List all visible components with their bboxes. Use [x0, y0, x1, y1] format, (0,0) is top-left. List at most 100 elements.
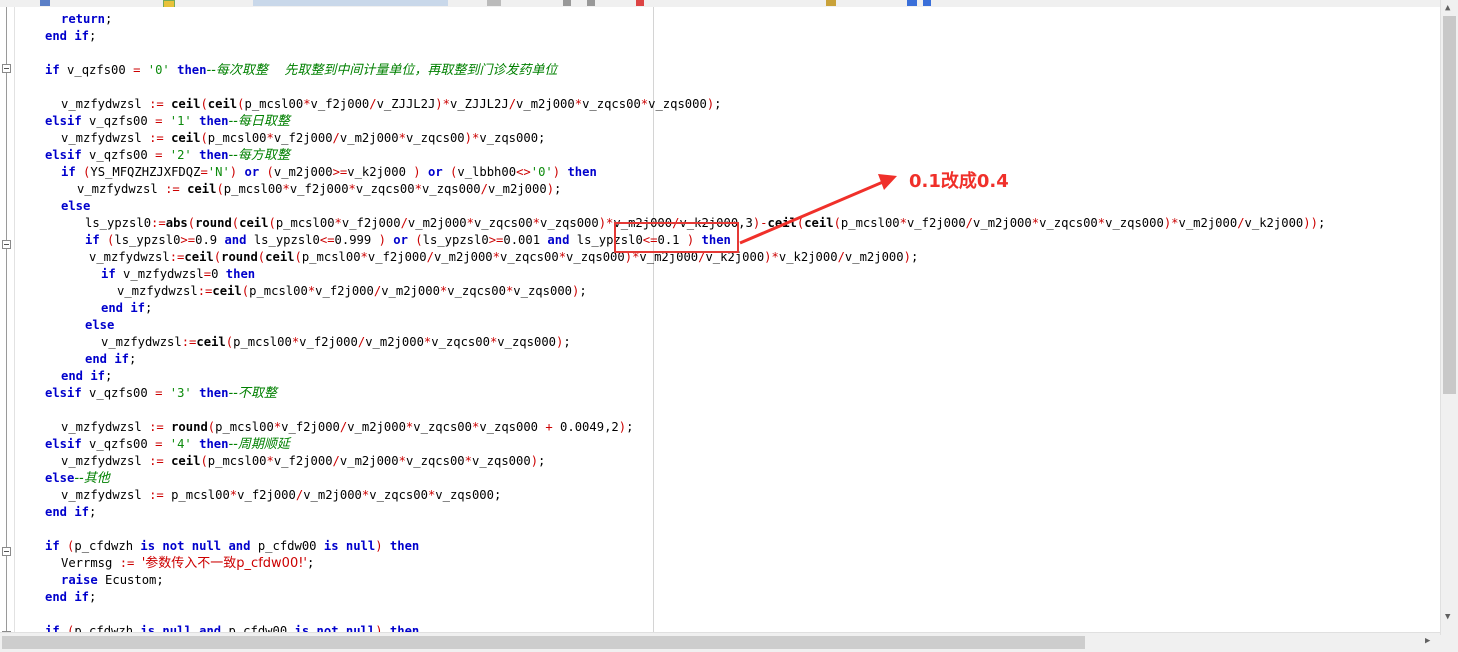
- code-token: then: [199, 386, 229, 400]
- redo-icon[interactable]: [587, 0, 595, 6]
- code-token: p_cfdw00: [250, 539, 324, 553]
- code-line[interactable]: v_mzfydwzsl:=ceil(round(ceil(p_mcsl00*v_…: [89, 249, 918, 266]
- code-token: ): [413, 165, 421, 179]
- code-line[interactable]: if v_qzfs00 = '0' then--每次取整 先取整到中间计量单位，…: [45, 62, 557, 79]
- code-token: --每日取整: [228, 114, 290, 129]
- code-line[interactable]: v_mzfydwzsl := round(p_mcsl00*v_f2j000/v…: [61, 419, 633, 436]
- code-token: *: [558, 250, 567, 264]
- code-line[interactable]: elsif v_qzfs00 = '3' then--不取整: [45, 385, 277, 402]
- code-token: *: [532, 216, 541, 230]
- code-token: ): [378, 233, 386, 247]
- code-line[interactable]: elsif v_qzfs00 = '1' then--每日取整: [45, 113, 290, 130]
- code-token: v_qzfs00: [81, 437, 156, 451]
- code-token: v_qzfs00: [59, 63, 134, 77]
- code-token: *: [464, 454, 472, 468]
- code-token: --每次取整 先取整到中间计量单位，再取整到门诊发药单位: [206, 63, 558, 78]
- code-editor[interactable]: return; end if; if v_qzfs00 = '0' then--每次…: [0, 7, 1440, 632]
- code-token: *: [398, 131, 406, 145]
- code-token: ): [552, 165, 561, 179]
- code-token: v_f2j000: [273, 454, 333, 468]
- sql-icon[interactable]: [487, 0, 501, 6]
- code-line[interactable]: end if;: [45, 28, 96, 45]
- help-icon[interactable]: [923, 0, 931, 6]
- code-line[interactable]: Verrmsg := '参数传入不一致p_cfdw00!';: [61, 555, 314, 572]
- code-token: :=: [149, 454, 164, 468]
- code-token: *: [360, 250, 368, 264]
- horizontal-scroll-thumb[interactable]: [2, 636, 1085, 649]
- code-token: ceil: [171, 131, 201, 145]
- code-line[interactable]: end if;: [101, 300, 152, 317]
- code-line[interactable]: else--其他: [45, 470, 110, 487]
- code-line[interactable]: end if;: [45, 504, 96, 521]
- format-icon[interactable]: [636, 0, 644, 6]
- scroll-down-icon[interactable]: ▼: [1445, 613, 1450, 622]
- vertical-scroll-thumb[interactable]: [1443, 16, 1456, 394]
- code-token: /: [965, 216, 974, 230]
- code-token: v_zqs000: [648, 97, 707, 111]
- settings-icon[interactable]: [40, 0, 50, 6]
- code-line[interactable]: v_mzfydwzsl := p_mcsl00*v_f2j000/v_m2j00…: [61, 487, 501, 504]
- vertical-scrollbar[interactable]: ▲ ▼: [1440, 0, 1458, 635]
- code-token: is not null: [294, 624, 376, 632]
- code-token: v_m2j000: [973, 216, 1032, 230]
- code-token: =: [203, 267, 212, 281]
- code-line[interactable]: if (YS_MFQZHZJXFDQZ='N') or (v_m2j000>=v…: [61, 164, 597, 181]
- scroll-up-icon[interactable]: ▲: [1445, 4, 1450, 13]
- code-line[interactable]: end if;: [45, 589, 96, 606]
- undo-icon[interactable]: [563, 0, 571, 6]
- code-token: v_f2j000: [281, 420, 340, 434]
- code-token: (: [294, 250, 302, 264]
- code-token: v_m2j000: [844, 250, 904, 264]
- code-token: return: [61, 12, 106, 26]
- code-token: /: [332, 454, 340, 468]
- search-icon[interactable]: [907, 0, 917, 6]
- code-token: ;: [626, 420, 634, 434]
- code-token: v_mzfydwzsl: [101, 335, 182, 349]
- code-token: ceil: [187, 182, 217, 196]
- code-line[interactable]: else: [85, 317, 114, 334]
- code-token: +: [545, 420, 553, 434]
- code-token: v_f2j000: [315, 284, 374, 298]
- code-line[interactable]: raise Ecustom;: [61, 572, 164, 589]
- code-line[interactable]: v_mzfydwzsl := ceil(p_mcsl00*v_f2j000/v_…: [61, 130, 545, 147]
- code-line[interactable]: if (p_cfdwzh is null and p_cfdw00 is not…: [45, 623, 419, 632]
- tab-bar[interactable]: [253, 0, 448, 6]
- code-line[interactable]: v_mzfydwzsl:=ceil(p_mcsl00*v_f2j000/v_m2…: [101, 334, 571, 351]
- code-line[interactable]: if v_mzfydwzsl=0 then: [101, 266, 255, 283]
- code-token: *: [492, 250, 500, 264]
- code-line[interactable]: v_mzfydwzsl := ceil(ceil(p_mcsl00*v_f2j0…: [61, 96, 722, 113]
- code-token: p_mcsl00: [840, 216, 900, 230]
- code-line[interactable]: v_mzfydwzsl:=ceil(p_mcsl00*v_f2j000/v_m2…: [117, 283, 587, 300]
- compile-icon[interactable]: [826, 0, 836, 6]
- code-line[interactable]: end if;: [61, 368, 112, 385]
- code-line[interactable]: end if;: [85, 351, 136, 368]
- code-token: v_zqcs00: [1039, 216, 1098, 230]
- code-token: v_m2j000: [347, 420, 406, 434]
- code-token: is null and: [140, 624, 222, 632]
- code-token: (: [200, 454, 208, 468]
- code-line[interactable]: elsif v_qzfs00 = '4' then--周期顺延: [45, 436, 290, 453]
- code-line[interactable]: elsif v_qzfs00 = '2' then--每方取整: [45, 147, 290, 164]
- code-token: :=: [165, 182, 180, 196]
- code-token: v_mzfydwzsl: [61, 488, 150, 502]
- code-token: v_zqs000: [471, 454, 531, 468]
- code-token: v_zqcs00: [499, 250, 559, 264]
- code-token: )*: [1163, 216, 1179, 230]
- code-token: *: [266, 454, 274, 468]
- code-token: '1': [169, 114, 192, 128]
- code-line[interactable]: v_mzfydwzsl := ceil(p_mcsl00*v_f2j000/v_…: [61, 453, 545, 470]
- highlight-box: [614, 222, 739, 253]
- scroll-right-icon[interactable]: ▶: [1425, 637, 1430, 646]
- code-line[interactable]: v_mzfydwzsl := ceil(p_mcsl00*v_f2j000*v_…: [77, 181, 561, 198]
- code-area[interactable]: return; end if; if v_qzfs00 = '0' then--每次…: [0, 7, 1440, 632]
- horizontal-scrollbar[interactable]: ▶: [0, 632, 1440, 652]
- code-line[interactable]: else: [61, 198, 90, 215]
- code-token: then: [199, 114, 229, 128]
- code-line[interactable]: if (p_cfdwzh is not null and p_cfdw00 is…: [45, 538, 419, 555]
- code-token: abs: [165, 216, 188, 230]
- code-token: ;: [105, 369, 113, 383]
- code-line[interactable]: return;: [61, 11, 112, 28]
- code-token: else: [45, 471, 75, 485]
